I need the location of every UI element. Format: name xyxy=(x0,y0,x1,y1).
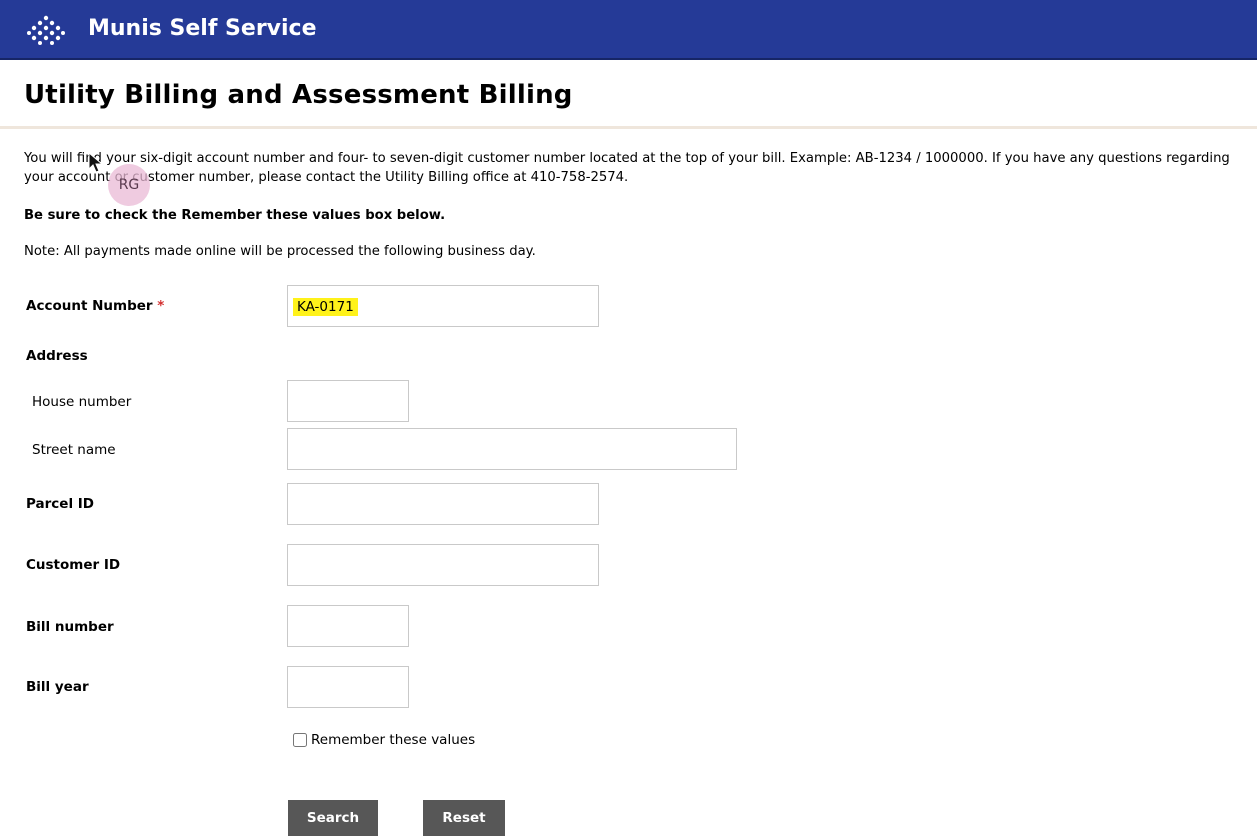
account-number-label: Account Number * xyxy=(26,298,164,314)
parcel-id-label: Parcel ID xyxy=(26,496,95,512)
payment-note: Note: All payments made online will be p… xyxy=(24,244,536,259)
intro-text: You will find your six-digit account num… xyxy=(24,151,1230,185)
address-label: Address xyxy=(26,348,88,364)
parcel-id-input[interactable] xyxy=(287,483,599,525)
avatar: RG xyxy=(108,164,150,206)
house-number-label: House number xyxy=(32,394,132,410)
remember-values-option[interactable]: Remember these values xyxy=(293,732,475,748)
dots-diamond-icon xyxy=(27,15,65,45)
street-name-input[interactable] xyxy=(287,428,737,470)
house-number-input[interactable] xyxy=(287,380,409,422)
remember-values-checkbox[interactable] xyxy=(293,733,307,747)
account-number-value: KA-0171 xyxy=(293,298,358,316)
page-title: Utility Billing and Assessment Billing xyxy=(24,80,573,110)
title-divider xyxy=(0,126,1257,129)
bill-number-input[interactable] xyxy=(287,605,409,647)
customer-id-label: Customer ID xyxy=(26,557,121,573)
account-number-label-text: Account Number xyxy=(26,298,153,314)
street-name-label: Street name xyxy=(32,442,116,458)
mouse-pointer-icon xyxy=(88,152,104,173)
customer-id-input[interactable] xyxy=(287,544,599,586)
required-mark: * xyxy=(157,298,165,314)
reset-button[interactable]: Reset xyxy=(423,800,505,836)
bill-year-label: Bill year xyxy=(26,679,89,695)
remember-note: Be sure to check the Remember these valu… xyxy=(24,208,446,223)
app-title[interactable]: Munis Self Service xyxy=(88,16,317,41)
top-bar: Munis Self Service xyxy=(0,0,1257,60)
bill-number-label: Bill number xyxy=(26,619,114,635)
bill-year-input[interactable] xyxy=(287,666,409,708)
search-button[interactable]: Search xyxy=(288,800,378,836)
remember-values-label: Remember these values xyxy=(311,732,476,748)
